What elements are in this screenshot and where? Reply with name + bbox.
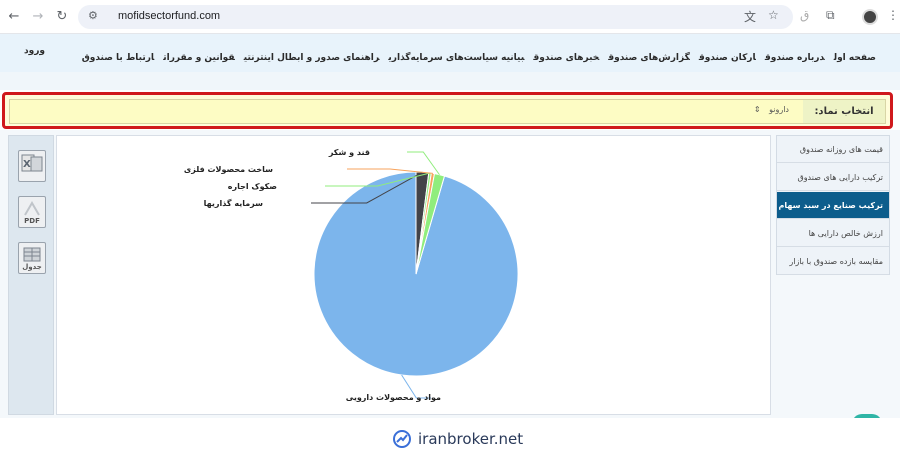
menu-kebab-icon[interactable]: ⋮ xyxy=(887,8,899,22)
symbol-selector-highlight: انتخاب نماد: دارونو ⇕ xyxy=(2,92,893,129)
sidebar-item-daily-prices[interactable]: قیمت های روزانه صندوق xyxy=(777,136,889,163)
login-link[interactable]: ورود xyxy=(24,46,45,56)
reload-icon[interactable]: ↻ xyxy=(52,7,72,27)
menu-item-rules[interactable]: قوانین و مقررات xyxy=(163,53,235,63)
header-divider xyxy=(0,72,900,90)
brand-logo-icon xyxy=(393,430,411,448)
menu-item-pillars[interactable]: ارکان صندوق xyxy=(699,53,756,63)
site-header: صفحه اول درباره صندوق ارکان صندوق گزارش‌های… xyxy=(0,34,900,72)
pie-label-1: سرمایه گذاریها xyxy=(204,198,263,208)
table-label: جدول xyxy=(22,263,42,271)
symbol-dropdown[interactable]: دارونو ⇕ xyxy=(754,105,789,114)
menu-item-about[interactable]: درباره صندوق xyxy=(765,53,825,63)
menu-item-home[interactable]: صفحه اول xyxy=(834,53,876,63)
sidebar-item-industry-composition[interactable]: ترکیب صنایع در سبد سهام xyxy=(777,192,889,219)
profile-avatar-icon[interactable] xyxy=(862,9,878,25)
pie-label-4: قند و شکر xyxy=(328,148,370,157)
menu-item-contact[interactable]: ارتباط با صندوق xyxy=(82,53,155,63)
extension-icon[interactable]: ق xyxy=(800,8,809,22)
industry-pie-chart: مواد و محصولات دارویی سرمایه گذاریها صکوک … xyxy=(184,148,519,402)
forward-arrow-icon[interactable]: → xyxy=(28,7,48,27)
sidebar-item-asset-composition[interactable]: ترکیب دارایی های صندوق xyxy=(777,164,889,191)
svg-text:X: X xyxy=(23,159,31,170)
chart-panel: مواد و محصولات دارویی سرمایه گذاریها صکوک … xyxy=(56,135,771,415)
pie-label-2: صکوک اجاره xyxy=(228,182,277,191)
report-sidebar: قیمت های روزانه صندوق ترکیب دارایی های ص… xyxy=(776,135,890,275)
pdf-export-icon[interactable]: PDF xyxy=(18,196,46,228)
sidebar-item-return-comparison[interactable]: مقایسه بازده صندوق با بازار xyxy=(777,248,889,275)
menu-item-reports[interactable]: گزارش‌های صندوق xyxy=(608,53,690,63)
browser-toolbar: ← → ↻ ⚙ mofidsectorfund.com 文 ☆ ق ⧉ ⋮ xyxy=(0,0,900,34)
watermark-banner: iranbroker.net xyxy=(0,418,900,458)
symbol-selector: انتخاب نماد: دارونو ⇕ xyxy=(9,99,886,124)
site-info-icon[interactable]: ⚙ xyxy=(88,9,98,22)
star-icon[interactable]: ☆ xyxy=(768,8,779,22)
pdf-label: PDF xyxy=(24,217,40,225)
brand-text: iranbroker.net xyxy=(418,430,524,448)
excel-export-icon[interactable]: X xyxy=(18,150,46,182)
export-toolbar: X PDF جدول xyxy=(8,135,54,415)
dropdown-arrows-icon: ⇕ xyxy=(753,105,761,114)
table-export-icon[interactable]: جدول xyxy=(18,242,46,274)
main-menu: صفحه اول درباره صندوق ارکان صندوق گزارش‌های… xyxy=(73,45,876,64)
extensions-icon[interactable]: ⧉ xyxy=(826,8,835,23)
pie-label-3: ساخت محصولات فلزی xyxy=(184,165,273,174)
address-bar[interactable]: ⚙ mofidsectorfund.com xyxy=(78,5,793,29)
menu-item-policy[interactable]: بیانیه سیاست‌های سرمایه‌گذاری xyxy=(388,53,524,63)
menu-item-news[interactable]: خبرهای صندوق xyxy=(533,53,599,63)
url-text: mofidsectorfund.com xyxy=(118,10,221,22)
sidebar-item-nav[interactable]: ارزش خالص دارایی ها xyxy=(777,220,889,247)
back-arrow-icon[interactable]: ← xyxy=(4,7,24,27)
menu-item-guide[interactable]: راهنمای صدور و ابطال اینترنتی xyxy=(244,53,380,63)
translate-icon[interactable]: 文 xyxy=(744,8,756,25)
pie-label-0: مواد و محصولات دارویی xyxy=(346,393,441,402)
symbol-label: انتخاب نماد: xyxy=(803,100,885,123)
symbol-dropdown-value: دارونو xyxy=(769,105,789,114)
